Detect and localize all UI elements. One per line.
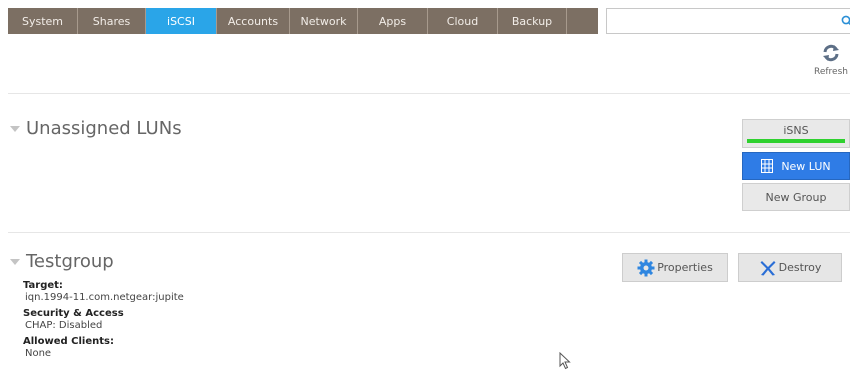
isns-button[interactable]: iSNS [742, 119, 850, 148]
target-value: iqn.1994-11.com.netgear:jupite [25, 292, 184, 303]
search-icon[interactable] [841, 15, 850, 27]
new-group-button[interactable]: New Group [742, 183, 850, 211]
gear-icon [637, 259, 655, 276]
group-details: Target: iqn.1994-11.com.netgear:jupite S… [23, 280, 184, 364]
tab-iscsi[interactable]: iSCSI [146, 8, 217, 34]
new-lun-button[interactable]: New LUN [742, 152, 850, 180]
divider [8, 232, 850, 233]
tab-network[interactable]: Network [290, 8, 358, 34]
tab-accounts[interactable]: Accounts [217, 8, 290, 34]
group-title: Testgroup [26, 251, 114, 272]
top-nav: System Shares iSCSI Accounts Network App… [8, 8, 850, 34]
tab-cloud[interactable]: Cloud [428, 8, 498, 34]
security-label: Security & Access [23, 308, 124, 319]
mouse-pointer-icon [559, 352, 571, 370]
refresh-label: Refresh [814, 67, 848, 77]
security-value: CHAP: Disabled [25, 320, 103, 331]
refresh-button[interactable]: Refresh [812, 43, 850, 83]
new-lun-label: New LUN [781, 159, 831, 173]
nav-spacer [567, 8, 598, 34]
section-unassigned-luns[interactable]: Unassigned LUNs [8, 118, 182, 139]
tab-apps[interactable]: Apps [358, 8, 428, 34]
refresh-icon [823, 44, 839, 62]
isns-status-bar [747, 139, 845, 143]
section-testgroup[interactable]: Testgroup [8, 251, 114, 272]
properties-button[interactable]: Properties [622, 253, 728, 282]
properties-label: Properties [657, 261, 713, 274]
clients-value: None [25, 348, 52, 359]
isns-label: iSNS [783, 124, 809, 137]
new-group-label: New Group [765, 190, 827, 204]
lun-icon [761, 159, 774, 173]
tab-shares[interactable]: Shares [78, 8, 146, 34]
clients-label: Allowed Clients: [23, 336, 114, 347]
tab-system[interactable]: System [8, 8, 78, 34]
destroy-label: Destroy [778, 261, 822, 274]
close-icon [760, 260, 776, 275]
section-title: Unassigned LUNs [26, 118, 182, 139]
tab-backup[interactable]: Backup [498, 8, 567, 34]
search-input[interactable] [607, 9, 832, 33]
search-box [606, 8, 850, 34]
target-label: Target: [23, 280, 63, 291]
collapse-triangle-icon [10, 125, 20, 132]
divider [8, 93, 850, 94]
destroy-button[interactable]: Destroy [738, 253, 842, 282]
collapse-triangle-icon [10, 258, 20, 265]
